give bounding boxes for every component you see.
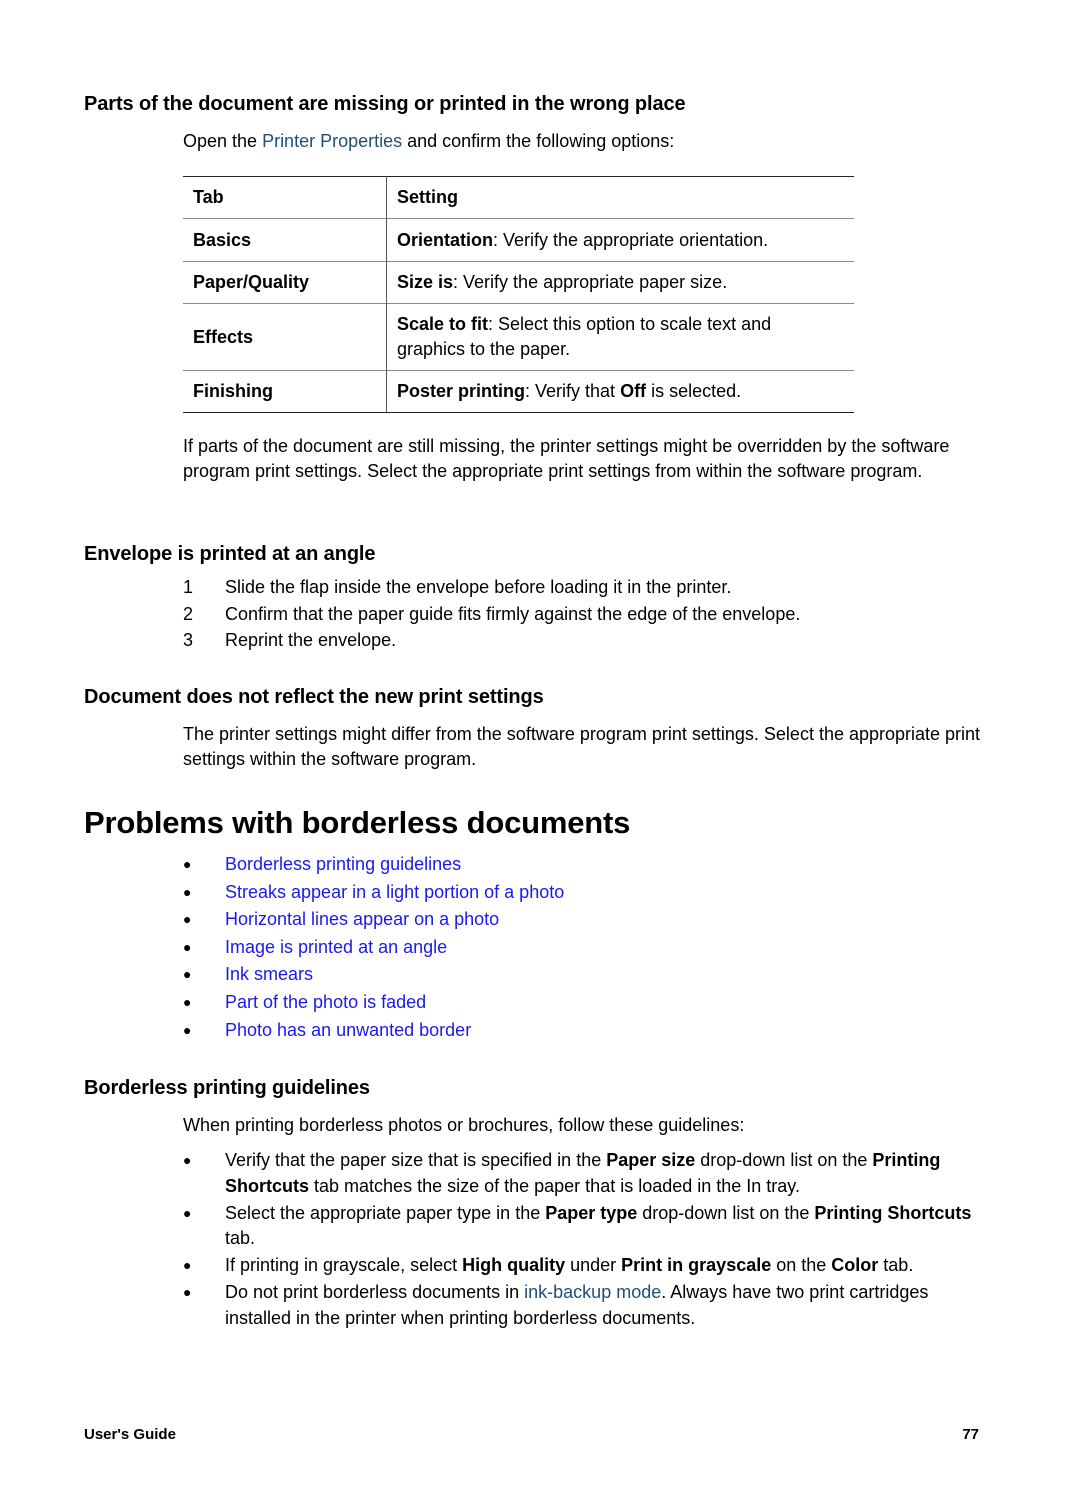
intro-text-post: and confirm the following options: <box>402 131 675 151</box>
table-row: Finishing Poster printing: Verify that O… <box>183 370 854 413</box>
ui-term: Color <box>831 1255 879 1275</box>
step-text: Slide the flap inside the envelope befor… <box>225 577 732 597</box>
cell-setting: Scale to fit: Select this option to scal… <box>386 303 854 371</box>
section-heading-print-settings: Document does not reflect the new print … <box>84 686 544 708</box>
text: tab matches the size of the paper that i… <box>309 1175 800 1196</box>
bullet-icon: ● <box>183 966 192 983</box>
settings-table: Tab Setting Basics Orientation: Verify t… <box>183 176 854 413</box>
topic-link[interactable]: Photo has an unwanted border <box>225 1018 471 1043</box>
topic-link[interactable]: Streaks appear in a light portion of a p… <box>225 880 564 905</box>
step-number: 2 <box>183 603 194 624</box>
page-title: Problems with borderless documents <box>84 805 631 840</box>
table-header-row: Tab Setting <box>183 176 854 219</box>
cell-setting: Size is: Verify the appropriate paper si… <box>386 261 854 304</box>
topic-link[interactable]: Ink smears <box>225 962 313 987</box>
table-row: Paper/Quality Size is: Verify the approp… <box>183 261 854 304</box>
text: Verify that the paper size that is speci… <box>225 1150 607 1170</box>
step-text: Reprint the envelope. <box>225 630 397 650</box>
step-number: 1 <box>183 577 194 597</box>
text: drop-down list on the <box>695 1150 873 1170</box>
section-heading-envelope: Envelope is printed at an angle <box>84 543 376 565</box>
list-item: ● Do not print borderless documents in i… <box>183 1280 993 1331</box>
setting-desc: : Verify the appropriate paper size. <box>453 272 728 292</box>
ink-backup-mode-link[interactable]: ink-backup mode <box>524 1282 661 1302</box>
followup-paragraph: If parts of the document are still missi… <box>183 436 950 481</box>
list-item: ● Select the appropriate paper type in t… <box>183 1201 993 1252</box>
text: under <box>565 1255 622 1275</box>
list-item: ● If printing in grayscale, select High … <box>183 1253 993 1279</box>
setting-name: Poster printing <box>397 381 526 401</box>
setting-desc: : Verify the appropriate orientation. <box>493 229 769 250</box>
print-settings-paragraph: The printer settings might differ from t… <box>183 724 981 769</box>
text: Do not print borderless documents in <box>225 1282 525 1302</box>
text: tab. <box>878 1255 914 1275</box>
header-setting: Setting <box>386 176 854 219</box>
cell-tab: Paper/Quality <box>183 261 387 304</box>
setting-desc-end: is selected. <box>646 381 742 401</box>
text: drop-down list on the <box>637 1202 815 1223</box>
ui-term: High quality <box>462 1255 566 1275</box>
ui-term: Paper size <box>606 1150 696 1170</box>
text: Select the appropriate paper type in the <box>225 1202 546 1223</box>
setting-name: Scale to fit <box>397 314 489 334</box>
ui-term: Paper type <box>545 1202 638 1223</box>
bullet-icon: ● <box>183 911 192 928</box>
setting-name: Size is <box>397 272 454 292</box>
cell-tab: Basics <box>183 218 387 262</box>
step-text: Confirm that the paper guide fits firmly… <box>225 603 801 624</box>
topic-link[interactable]: Horizontal lines appear on a photo <box>225 907 499 932</box>
intro-text-pre: Open the <box>183 131 263 151</box>
setting-name: Orientation <box>397 229 494 250</box>
bullet-icon: ● <box>183 1284 192 1300</box>
topic-link[interactable]: Borderless printing guidelines <box>225 852 461 877</box>
bullet-icon: ● <box>183 993 192 1010</box>
step-number: 3 <box>183 630 194 650</box>
topic-link[interactable]: Image is printed at an angle <box>225 935 447 960</box>
footer-title: User's Guide <box>84 1426 176 1443</box>
text: tab. <box>225 1228 256 1248</box>
table-row: Effects Scale to fit: Select this option… <box>183 303 854 371</box>
guidelines-list: ● Verify that the paper size that is spe… <box>183 1148 993 1333</box>
section-heading-guidelines: Borderless printing guidelines <box>84 1077 370 1099</box>
text: If printing in grayscale, select <box>225 1255 463 1275</box>
list-item: ● Verify that the paper size that is spe… <box>183 1148 993 1199</box>
ui-term: Print in grayscale <box>621 1255 772 1275</box>
bullet-icon: ● <box>183 1152 192 1168</box>
bullet-icon: ● <box>183 1021 192 1038</box>
page-number: 77 <box>962 1426 979 1443</box>
bullet-icon: ● <box>183 883 192 900</box>
cell-setting: Poster printing: Verify that Off is sele… <box>386 370 854 413</box>
guidelines-intro: When printing borderless photos or broch… <box>183 1115 745 1135</box>
printer-properties-link[interactable]: Printer Properties <box>262 131 402 151</box>
ui-term: Printing Shortcuts <box>814 1202 972 1223</box>
setting-desc: : Verify that <box>525 381 621 401</box>
bullet-icon: ● <box>183 1204 192 1221</box>
section-heading-missing-parts: Parts of the document are missing or pri… <box>84 93 686 115</box>
intro-paragraph: Open the Printer Properties and confirm … <box>183 129 993 154</box>
bullet-icon: ● <box>183 856 192 872</box>
bullet-icon: ● <box>183 1257 192 1273</box>
bullet-icon: ● <box>183 938 192 955</box>
table-row: Basics Orientation: Verify the appropria… <box>183 218 854 262</box>
text: on the <box>771 1255 832 1275</box>
header-tab: Tab <box>183 176 387 219</box>
cell-tab: Finishing <box>183 370 387 413</box>
cell-setting: Orientation: Verify the appropriate orie… <box>386 218 854 262</box>
cell-tab: Effects <box>183 303 387 371</box>
topic-link[interactable]: Part of the photo is faded <box>225 990 426 1015</box>
setting-value: Off <box>620 381 647 401</box>
